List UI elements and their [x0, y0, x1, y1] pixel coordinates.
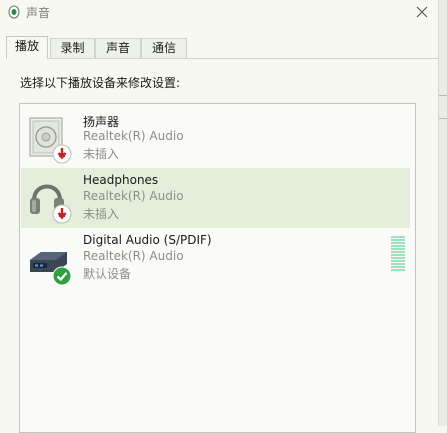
tab-recording[interactable]: 录制 [50, 38, 95, 58]
device-status: 未插入 [83, 147, 120, 161]
title-bar: 声音 [0, 0, 439, 24]
device-driver: Realtek(R) Audio [83, 129, 184, 143]
window-edge [438, 0, 447, 426]
sound-dialog: 声音 播放 录制 声音 通信 选择以下播放设备来修改设置: 扬声器 Realte… [0, 0, 447, 433]
close-icon [416, 6, 428, 18]
device-status: 未插入 [83, 207, 120, 221]
window-title: 声音 [26, 6, 51, 20]
tab-sounds[interactable]: 声音 [95, 38, 141, 58]
device-item-speakers[interactable]: 扬声器 Realtek(R) Audio 未插入 [21, 108, 410, 168]
unplugged-badge-icon [52, 144, 72, 164]
device-status: 默认设备 [83, 267, 132, 281]
device-name: 扬声器 [83, 115, 120, 129]
device-driver: Realtek(R) Audio [83, 249, 184, 263]
device-item-digital-audio[interactable]: Digital Audio (S/PDIF) Realtek(R) Audio … [21, 228, 410, 288]
device-driver: Realtek(R) Audio [83, 189, 184, 203]
device-name: Headphones [83, 173, 159, 187]
tab-communications[interactable]: 通信 [141, 38, 187, 58]
tab-playback[interactable]: 播放 [6, 36, 48, 59]
default-check-icon [52, 266, 72, 286]
unplugged-badge-icon [52, 204, 72, 224]
sound-app-icon [8, 5, 20, 19]
device-list[interactable]: 扬声器 Realtek(R) Audio 未插入 Headphones Real… [19, 103, 416, 433]
tab-panel-border [6, 58, 439, 59]
device-name: Digital Audio (S/PDIF) [83, 233, 212, 247]
close-button[interactable] [410, 1, 434, 23]
volume-level-meter [391, 236, 405, 272]
device-item-headphones[interactable]: Headphones Realtek(R) Audio 未插入 [21, 168, 410, 228]
instruction-text: 选择以下播放设备来修改设置: [20, 76, 181, 90]
